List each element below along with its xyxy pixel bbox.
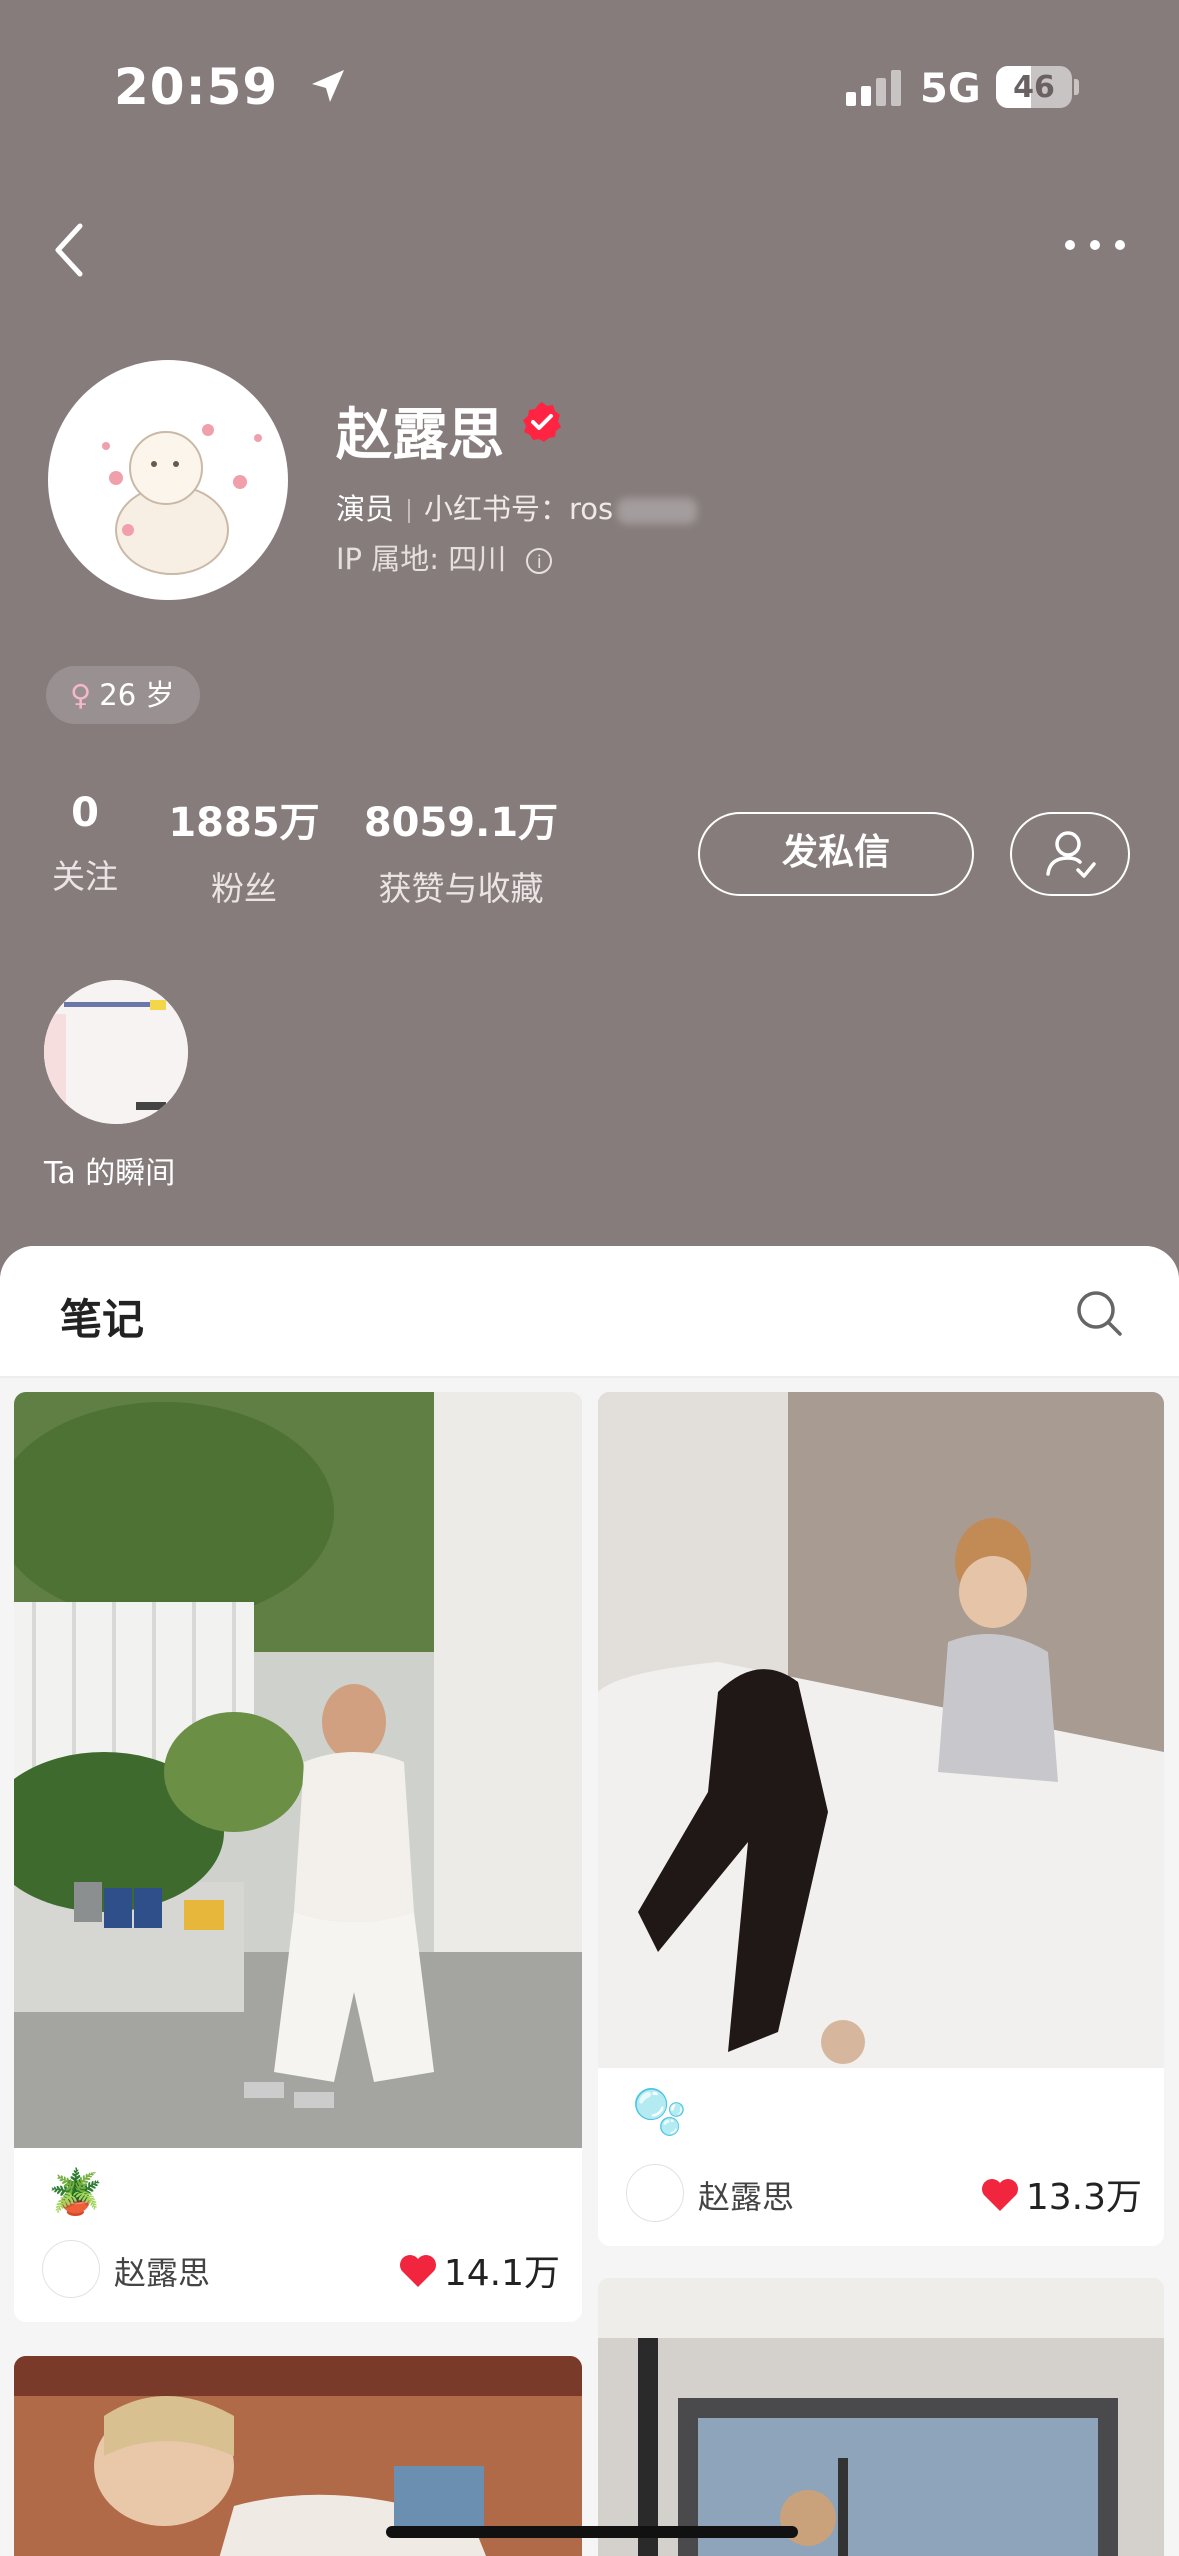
following-status-button[interactable] xyxy=(1010,812,1130,896)
note-cover-image[interactable] xyxy=(14,1392,582,2148)
stat-following[interactable]: 0 关注 xyxy=(40,790,130,898)
stat-label: 粉丝 xyxy=(211,869,277,908)
ip-location: IP 属地: 四川 xyxy=(336,542,507,576)
network-type: 5G xyxy=(920,66,981,112)
notes-panel: 笔记 🪴 赵露思 14.1万 🫧 赵露思 13.3万 xyxy=(0,1246,1179,2556)
send-message-button[interactable]: 发私信 xyxy=(698,812,974,896)
note-card[interactable]: 🪴 赵露思 14.1万 xyxy=(14,1392,582,2322)
more-icon[interactable] xyxy=(1050,225,1140,265)
heart-icon[interactable] xyxy=(398,2253,438,2289)
back-icon[interactable] xyxy=(40,210,100,290)
author-name[interactable]: 赵露思 xyxy=(114,2248,210,2294)
signal-icon xyxy=(846,70,901,106)
battery-icon: 46 xyxy=(996,66,1079,108)
like-count-value: 14.1万 xyxy=(443,2253,560,2294)
location-arrow-icon xyxy=(312,70,344,102)
verified-badge-icon xyxy=(523,402,561,442)
moment-thumbnail[interactable] xyxy=(44,980,188,1124)
note-cover-image[interactable] xyxy=(598,2278,1164,2556)
author-avatar[interactable] xyxy=(42,2240,100,2298)
stat-value: 1885万 xyxy=(168,800,320,846)
home-indicator xyxy=(386,2526,798,2538)
profile-role: 演员 xyxy=(336,492,395,526)
like-count[interactable]: 14.1万 xyxy=(398,2244,560,2296)
moments-label[interactable]: Ta 的瞬间 xyxy=(44,1148,175,1192)
notes-header: 笔记 xyxy=(0,1246,1179,1378)
status-time: 20:59 xyxy=(114,58,279,116)
moment-preview xyxy=(44,980,188,1124)
notes-tab[interactable]: 笔记 xyxy=(60,1286,144,1347)
note-emoji: 🫧 xyxy=(632,2087,687,2138)
female-icon: ♀ xyxy=(70,678,92,712)
profile-name: 赵露思 xyxy=(336,403,504,468)
author-avatar[interactable] xyxy=(626,2164,684,2222)
stat-likes-collects[interactable]: 8059.1万 获赞与收藏 xyxy=(356,790,566,910)
stat-value: 0 xyxy=(71,790,99,836)
avatar-illustration xyxy=(102,424,262,575)
profile-id[interactable]: 小红书号：ros xyxy=(424,492,613,526)
note-card[interactable] xyxy=(598,2278,1164,2556)
note-card[interactable]: 🫧 赵露思 13.3万 xyxy=(598,1392,1164,2246)
stat-value: 8059.1万 xyxy=(363,800,559,846)
id-blurred xyxy=(617,498,698,524)
profile-meta: 演员 小红书号：ros xyxy=(336,486,698,528)
author-name[interactable]: 赵露思 xyxy=(698,2172,794,2218)
heart-icon[interactable] xyxy=(980,2177,1020,2213)
profile-avatar[interactable] xyxy=(48,360,288,600)
age-label: 26 岁 xyxy=(99,678,175,712)
stat-label: 关注 xyxy=(52,857,118,896)
divider xyxy=(408,499,411,523)
note-cover-image[interactable] xyxy=(598,1392,1164,2068)
note-emoji: 🪴 xyxy=(48,2167,103,2218)
stat-label: 获赞与收藏 xyxy=(378,869,544,908)
info-icon[interactable]: i xyxy=(526,548,553,574)
search-icon[interactable] xyxy=(1072,1286,1126,1340)
battery-level: 46 xyxy=(1013,70,1055,105)
ip-location-row: IP 属地: 四川 i xyxy=(336,536,553,578)
like-count[interactable]: 13.3万 xyxy=(980,2168,1142,2220)
stat-followers[interactable]: 1885万 粉丝 xyxy=(164,790,324,910)
gender-age-tag: ♀ 26 岁 xyxy=(46,666,201,724)
like-count-value: 13.3万 xyxy=(1025,2177,1142,2218)
user-check-icon xyxy=(1046,831,1096,878)
